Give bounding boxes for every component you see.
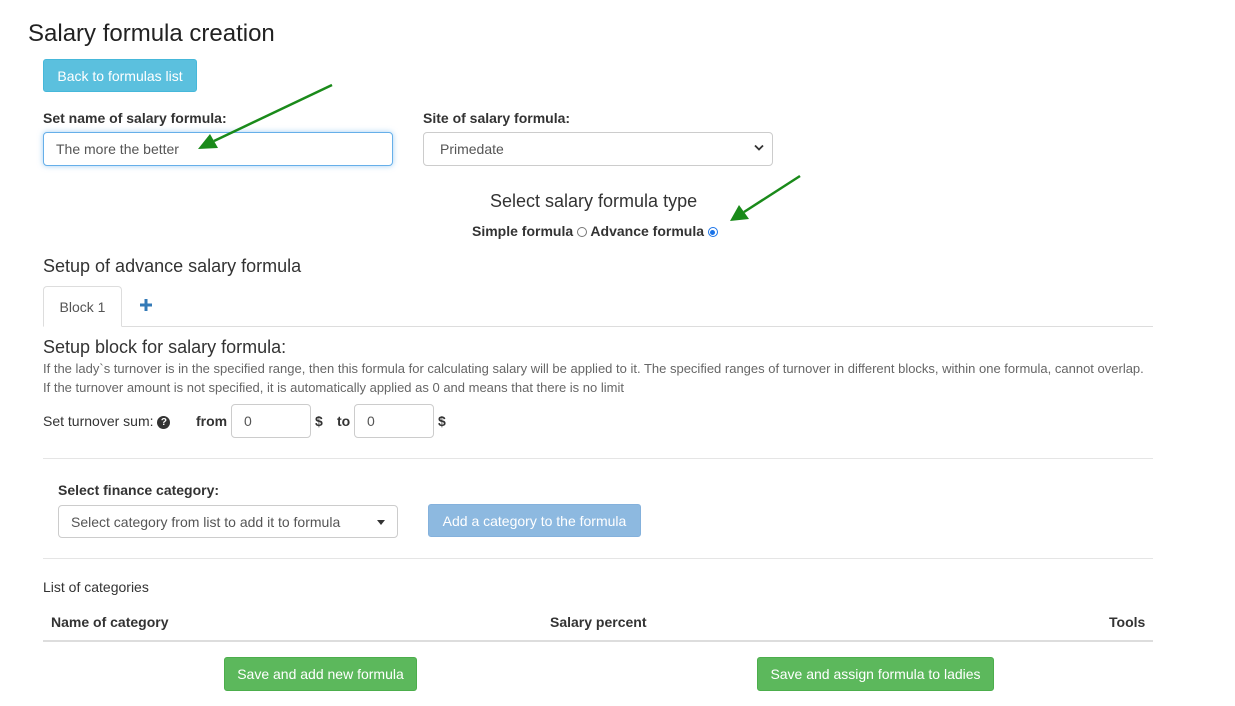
advance-formula-radio[interactable] <box>707 227 718 238</box>
finance-category-placeholder: Select category from list to add it to f… <box>71 513 341 530</box>
simple-formula-label: Simple formula <box>472 223 574 239</box>
formula-name-input[interactable]: The more the better <box>43 132 393 166</box>
advance-formula-label: Advance formula <box>590 223 704 239</box>
to-label: to <box>337 413 351 429</box>
finance-category-label: Select finance category: <box>58 482 220 498</box>
from-label: from <box>196 413 228 429</box>
tabs-divider <box>43 326 1153 327</box>
save-and-assign-formula-button[interactable]: Save and assign formula to ladies <box>757 657 994 691</box>
column-header-tools: Tools <box>1109 614 1146 630</box>
simple-formula-radio[interactable] <box>577 227 588 238</box>
question-circle-icon[interactable]: ? <box>157 415 171 429</box>
divider <box>43 558 1153 559</box>
tab-block-1[interactable]: Block 1 <box>43 286 122 327</box>
add-block-button[interactable] <box>138 297 154 313</box>
divider <box>43 458 1153 459</box>
site-select-value: Primedate <box>440 141 504 157</box>
annotation-arrow <box>730 174 801 221</box>
site-select[interactable]: Primedate <box>423 132 773 166</box>
add-category-button[interactable]: Add a category to the formula <box>428 504 641 537</box>
table-header-divider <box>43 640 1153 642</box>
formula-name-value: The more the better <box>56 141 179 157</box>
advance-setup-title: Setup of advance salary formula <box>43 256 302 276</box>
turnover-from-value: 0 <box>244 413 252 429</box>
categories-list-title: List of categories <box>43 579 149 595</box>
column-header-name: Name of category <box>51 614 169 630</box>
block-description: If the lady`s turnover is in the specifi… <box>43 361 1144 395</box>
block-setup-title: Setup block for salary formula: <box>43 337 287 357</box>
turnover-to-value: 0 <box>367 413 375 429</box>
turnover-label-group: Set turnover sum: ? <box>43 413 171 429</box>
back-to-formulas-list-button[interactable]: Back to formulas list <box>43 59 197 92</box>
from-currency: $ <box>315 413 323 429</box>
formula-type-options: Simple formula Advance formula <box>472 223 718 239</box>
site-label: Site of salary formula: <box>423 110 571 126</box>
turnover-from-input[interactable]: 0 <box>231 404 311 438</box>
caret-down-icon <box>377 519 385 525</box>
save-and-add-new-formula-button[interactable]: Save and add new formula <box>224 657 417 691</box>
page-title: Salary formula creation <box>28 20 275 47</box>
column-header-salary-percent: Salary percent <box>550 614 647 630</box>
to-currency: $ <box>438 413 446 429</box>
formula-name-label: Set name of salary formula: <box>43 110 227 126</box>
finance-category-select[interactable]: Select category from list to add it to f… <box>58 505 398 538</box>
formula-type-title: Select salary formula type <box>490 191 698 211</box>
turnover-to-input[interactable]: 0 <box>354 404 434 438</box>
plus-icon <box>138 299 154 316</box>
turnover-label: Set turnover sum: <box>43 413 154 429</box>
chevron-down-icon <box>754 144 764 155</box>
